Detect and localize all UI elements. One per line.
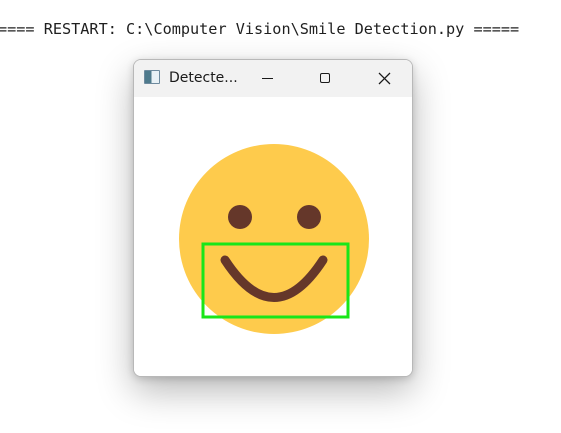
window-title: Detecte... <box>169 70 238 86</box>
maximize-button[interactable] <box>303 62 347 94</box>
right-eye <box>297 205 321 229</box>
detection-image <box>179 144 369 334</box>
minimize-button[interactable] <box>245 62 289 94</box>
maximize-icon <box>320 73 330 83</box>
smiley-face <box>179 144 369 334</box>
detected-window: Detecte... <box>133 59 413 377</box>
close-icon <box>378 72 390 84</box>
console-restart-line: ==== RESTART: C:\Computer Vision\Smile D… <box>0 20 520 38</box>
minimize-icon <box>261 77 273 79</box>
left-eye <box>228 205 252 229</box>
image-window-icon <box>144 70 160 84</box>
close-button[interactable] <box>362 62 406 94</box>
window-titlebar[interactable]: Detecte... <box>134 60 412 97</box>
image-display <box>134 97 412 376</box>
